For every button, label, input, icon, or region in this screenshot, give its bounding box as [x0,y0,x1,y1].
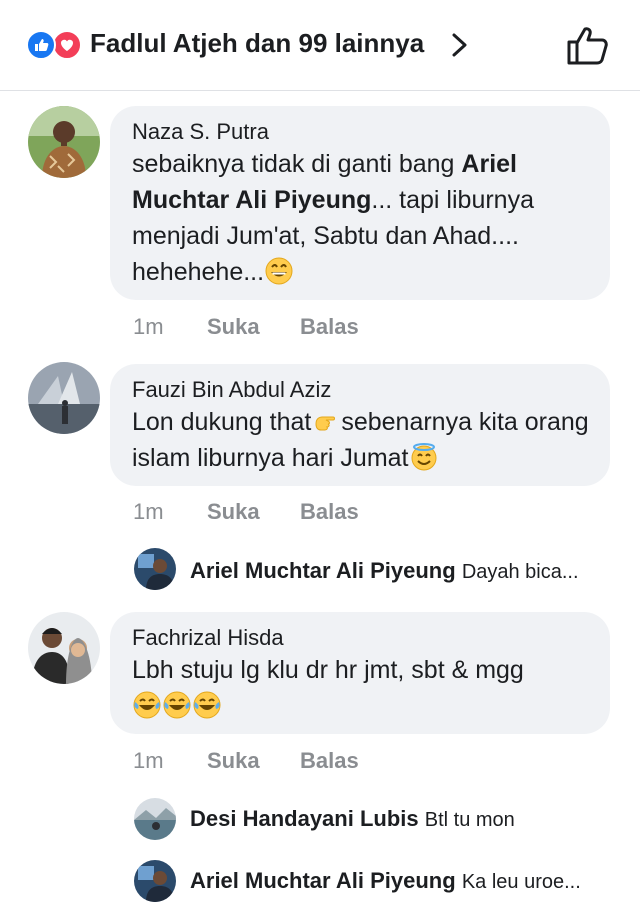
laugh-tears-emoji-icon [192,690,222,720]
reply-avatar[interactable] [134,860,176,902]
reaction-icons[interactable] [26,30,82,60]
comment-text-part: Lbh stuju lg klu dr hr jmt, sbt & mgg [132,656,524,684]
comment-text: Lon dukung that sebenarnya kita orang isl… [132,404,590,476]
comment-text-part: sebaiknya tidak di ganti bang [132,150,462,178]
comment-author[interactable]: Naza S. Putra [132,118,590,146]
reply-comment-button[interactable]: Balas [300,499,359,525]
avatar[interactable] [28,362,100,434]
chevron-right-icon[interactable] [448,30,472,60]
like-comment-button[interactable]: Suka [207,314,260,340]
reply-author[interactable]: Ariel Muchtar Ali Piyeung [190,868,456,893]
reply-preview[interactable]: Desi Handayani Lubis Btl tu mon [190,804,610,835]
pointing-hand-emoji-icon [311,406,341,436]
laugh-tears-emoji-icon [162,690,192,720]
comment-text: Lbh stuju lg klu dr hr jmt, sbt & mgg [132,652,590,724]
comment-bubble[interactable]: Naza S. Putra sebaiknya tidak di ganti b… [110,106,610,300]
comment-time: 1m [133,748,164,773]
like-comment-button[interactable]: Suka [207,748,260,774]
reply-text: Ka leu uroe... [461,871,581,893]
reply-comment-button[interactable]: Balas [300,314,359,340]
avatar[interactable] [28,106,100,178]
reply-avatar[interactable] [134,798,176,840]
reply-preview[interactable]: Ariel Muchtar Ali Piyeung Dayah bica... [190,556,610,587]
comment-time: 1m [133,314,164,339]
comment-bubble[interactable]: Fauzi Bin Abdul Aziz Lon dukung that sebe… [110,364,610,486]
avatar[interactable] [28,612,100,684]
halo-emoji-icon [409,442,439,472]
reply-author[interactable]: Ariel Muchtar Ali Piyeung [190,558,456,583]
comment-author[interactable]: Fachrizal Hisda [132,624,590,652]
reply-avatar[interactable] [134,548,176,590]
laugh-tears-emoji-icon [132,690,162,720]
grin-emoji-icon [264,256,294,286]
reactions-header: Fadlul Atjeh dan 99 lainnya [0,0,640,91]
reply-comment-button[interactable]: Balas [300,748,359,774]
like-comment-button[interactable]: Suka [207,499,260,525]
reply-text: Btl tu mon [424,809,515,831]
like-reaction-icon [26,30,56,60]
reactors-link[interactable]: Fadlul Atjeh dan 99 lainnya [90,28,424,59]
comment-text: sebaiknya tidak di ganti bang Ariel Much… [132,146,590,290]
reply-text: Dayah bica... [461,561,579,583]
comment-bubble[interactable]: Fachrizal Hisda Lbh stuju lg klu dr hr j… [110,612,610,734]
comment-author[interactable]: Fauzi Bin Abdul Aziz [132,376,590,404]
reply-preview[interactable]: Ariel Muchtar Ali Piyeung Ka leu uroe... [190,866,610,897]
reply-author[interactable]: Desi Handayani Lubis [190,806,419,831]
thumbs-up-icon[interactable] [566,24,608,66]
love-reaction-icon [52,30,82,60]
comment-time: 1m [133,499,164,524]
comment-text-part: Lon dukung that [132,408,312,436]
